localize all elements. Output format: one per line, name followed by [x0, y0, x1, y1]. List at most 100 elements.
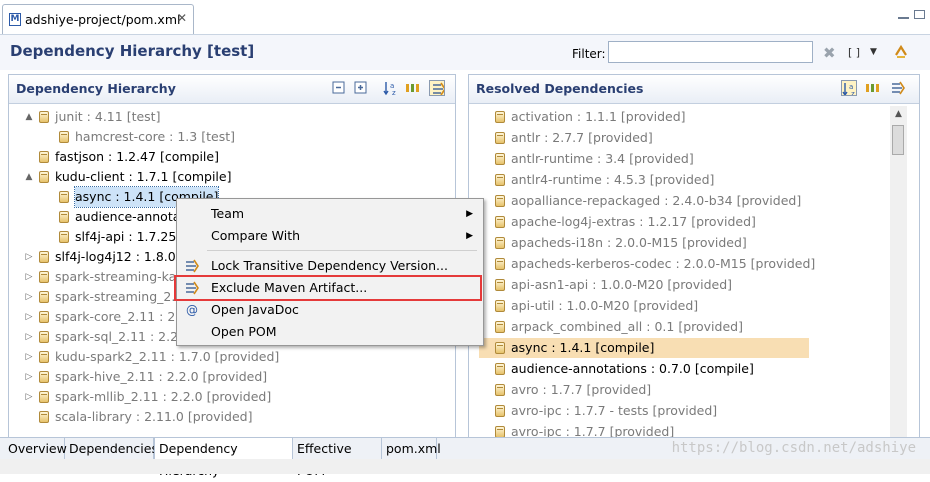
- dependency-label: apacheds-kerberos-codec : 2.0.0-M15 [pro…: [511, 256, 816, 271]
- annotation-highlight-box: [174, 275, 482, 301]
- submenu-arrow-icon: ▶: [466, 231, 473, 241]
- svg-text:z: z: [392, 89, 396, 96]
- artifact-version: 1.1.1: [585, 109, 617, 124]
- expanded-arrow-icon[interactable]: ▲: [23, 167, 35, 187]
- dependency-label: fastjson : 1.2.47 [compile]: [55, 149, 219, 164]
- jar-icon: [495, 132, 505, 144]
- artifact-version: 0.1: [654, 319, 675, 334]
- menu-item-lock-transitive-dependency-version[interactable]: Lock Transitive Dependency Version...: [177, 255, 481, 277]
- page-tab-overview[interactable]: Overview: [4, 438, 67, 460]
- artifact-name: antlr4-runtime: [511, 172, 602, 187]
- artifact-scope: [provided]: [214, 349, 280, 364]
- menu-item-open-javadoc[interactable]: @ Open JavaDoc: [177, 299, 481, 321]
- artifact-version: 2.0.0-M15: [615, 235, 679, 250]
- show-group-id-icon[interactable]: [405, 80, 421, 96]
- artifact-scope: [provided]: [691, 214, 756, 229]
- maven-file-icon: M: [9, 13, 21, 26]
- jar-icon: [39, 411, 49, 423]
- exclude-toolbar-icon[interactable]: [429, 80, 445, 96]
- expand-all-icon[interactable]: [353, 80, 369, 96]
- page-tab-dependencies[interactable]: Dependencies: [65, 438, 158, 460]
- artifact-version: 2.4.0-b34: [672, 193, 733, 208]
- collapsed-arrow-icon[interactable]: ▷: [23, 287, 35, 307]
- collapsed-arrow-icon[interactable]: ▷: [23, 267, 35, 287]
- filter-input[interactable]: [608, 41, 813, 63]
- minimize-icon[interactable]: [898, 10, 909, 19]
- menu-item-label: Team: [211, 206, 245, 221]
- exclude-toolbar-icon[interactable]: [889, 80, 905, 96]
- jar-icon: [39, 311, 49, 323]
- jar-icon: [495, 384, 505, 396]
- jar-icon: [495, 216, 505, 228]
- dependency-hierarchy-title: Dependency Hierarchy: [16, 81, 176, 96]
- context-menu: Team ▶ Compare With ▶ Lock Transitive Depend…: [176, 198, 484, 346]
- dependency-label: async : 1.4.1 [compile]: [511, 340, 655, 355]
- collapsed-arrow-icon[interactable]: ▷: [23, 387, 35, 407]
- editor-tab-title: adshiye-project/pom.xml: [25, 12, 181, 27]
- artifact-name: hamcrest-core: [75, 129, 166, 144]
- artifact-version: 1.2.47: [116, 149, 156, 164]
- artifact-scope: [provided]: [736, 193, 802, 208]
- dropdown-chevron-icon[interactable]: ▼: [870, 47, 877, 57]
- collapsed-arrow-icon[interactable]: ▷: [23, 307, 35, 327]
- page-tab-effective-pom[interactable]: Effective POM: [293, 438, 382, 478]
- collapsed-arrow-icon[interactable]: ▷: [23, 367, 35, 387]
- sort-az-icon[interactable]: a z: [383, 80, 399, 96]
- jar-icon: [495, 363, 505, 375]
- artifact-version: 4.5.3: [613, 172, 646, 187]
- artifact-name: slf4j-api: [75, 229, 125, 244]
- jar-icon: [59, 131, 69, 143]
- jar-icon: [495, 258, 505, 270]
- expanded-arrow-icon[interactable]: ▲: [23, 107, 35, 127]
- jar-icon: [39, 391, 49, 403]
- artifact-name: junit: [55, 109, 83, 124]
- page-tab-pom-xml[interactable]: pom.xml: [382, 438, 441, 460]
- artifact-scope: [provided]: [586, 382, 652, 397]
- dependency-label: scala-library : 2.11.0 [provided]: [55, 409, 253, 424]
- collapse-all-icon[interactable]: [331, 80, 347, 96]
- artifact-scope: [provided]: [206, 389, 272, 404]
- watermark-text: https://blog.csdn.net/adshiye: [671, 440, 916, 456]
- artifact-version: 1.7.7: [550, 382, 583, 397]
- jar-icon: [39, 371, 49, 383]
- dependency-label: arpack_combined_all : 0.1 [provided]: [511, 319, 743, 334]
- scroll-up-icon[interactable]: ▲: [890, 106, 907, 123]
- page-tab-dependency-hierarchy[interactable]: Dependency Hierarchy: [154, 438, 293, 478]
- jar-icon: [39, 251, 49, 263]
- page-header: Dependency Hierarchy [test] Filter: ✖ [ …: [0, 35, 930, 70]
- vertical-scrollbar[interactable]: ▲: [890, 106, 907, 437]
- jar-icon: [39, 271, 49, 283]
- dependency-label: avro-ipc : 1.7.7 - tests [provided]: [511, 403, 718, 418]
- editor-tab-pom[interactable]: M adshiye-project/pom.xml ✕: [2, 4, 194, 34]
- dependency-label: spark-streaming-ka: [55, 267, 176, 287]
- tree-row[interactable]: async : 1.4.1 [compile]: [479, 338, 809, 358]
- menu-item-label: Lock Transitive Dependency Version...: [211, 258, 448, 273]
- scrollbar-thumb[interactable]: [892, 125, 904, 155]
- javadoc-icon: @: [186, 303, 198, 317]
- menu-item-open-pom[interactable]: Open POM: [177, 321, 481, 343]
- maximize-icon[interactable]: [914, 10, 925, 19]
- show-group-id-icon[interactable]: [865, 80, 881, 96]
- svg-text:z: z: [851, 90, 855, 96]
- dependency-label: aopalliance-repackaged : 2.4.0-b34 [prov…: [511, 193, 802, 208]
- artifact-name: audience-annotations: [511, 361, 647, 376]
- refresh-icon[interactable]: [893, 44, 909, 60]
- close-tab-icon[interactable]: ✕: [177, 11, 187, 25]
- menu-item-team[interactable]: Team ▶: [177, 203, 481, 225]
- collapsed-arrow-icon[interactable]: ▷: [23, 247, 35, 267]
- jar-icon: [39, 111, 49, 123]
- menu-item-compare-with[interactable]: Compare With ▶: [177, 225, 481, 247]
- sort-az-icon[interactable]: a z: [841, 80, 857, 96]
- artifact-scope: [compile]: [595, 340, 655, 355]
- editor-tab-bar: M adshiye-project/pom.xml ✕: [0, 0, 930, 35]
- clear-filter-icon[interactable]: ✖: [823, 44, 836, 62]
- bracket-toggle-icon[interactable]: [ ]: [848, 46, 860, 59]
- jar-icon: [495, 174, 505, 186]
- collapsed-arrow-icon[interactable]: ▷: [23, 327, 35, 347]
- artifact-name: fastjson: [55, 149, 105, 164]
- collapsed-arrow-icon[interactable]: ▷: [23, 347, 35, 367]
- artifact-version: 1.7.7 - tests: [573, 403, 649, 418]
- jar-icon: [495, 300, 505, 312]
- artifact-scope: [provided]: [649, 172, 715, 187]
- dependency-label: apache-log4j-extras : 1.2.17 [provided]: [511, 214, 756, 229]
